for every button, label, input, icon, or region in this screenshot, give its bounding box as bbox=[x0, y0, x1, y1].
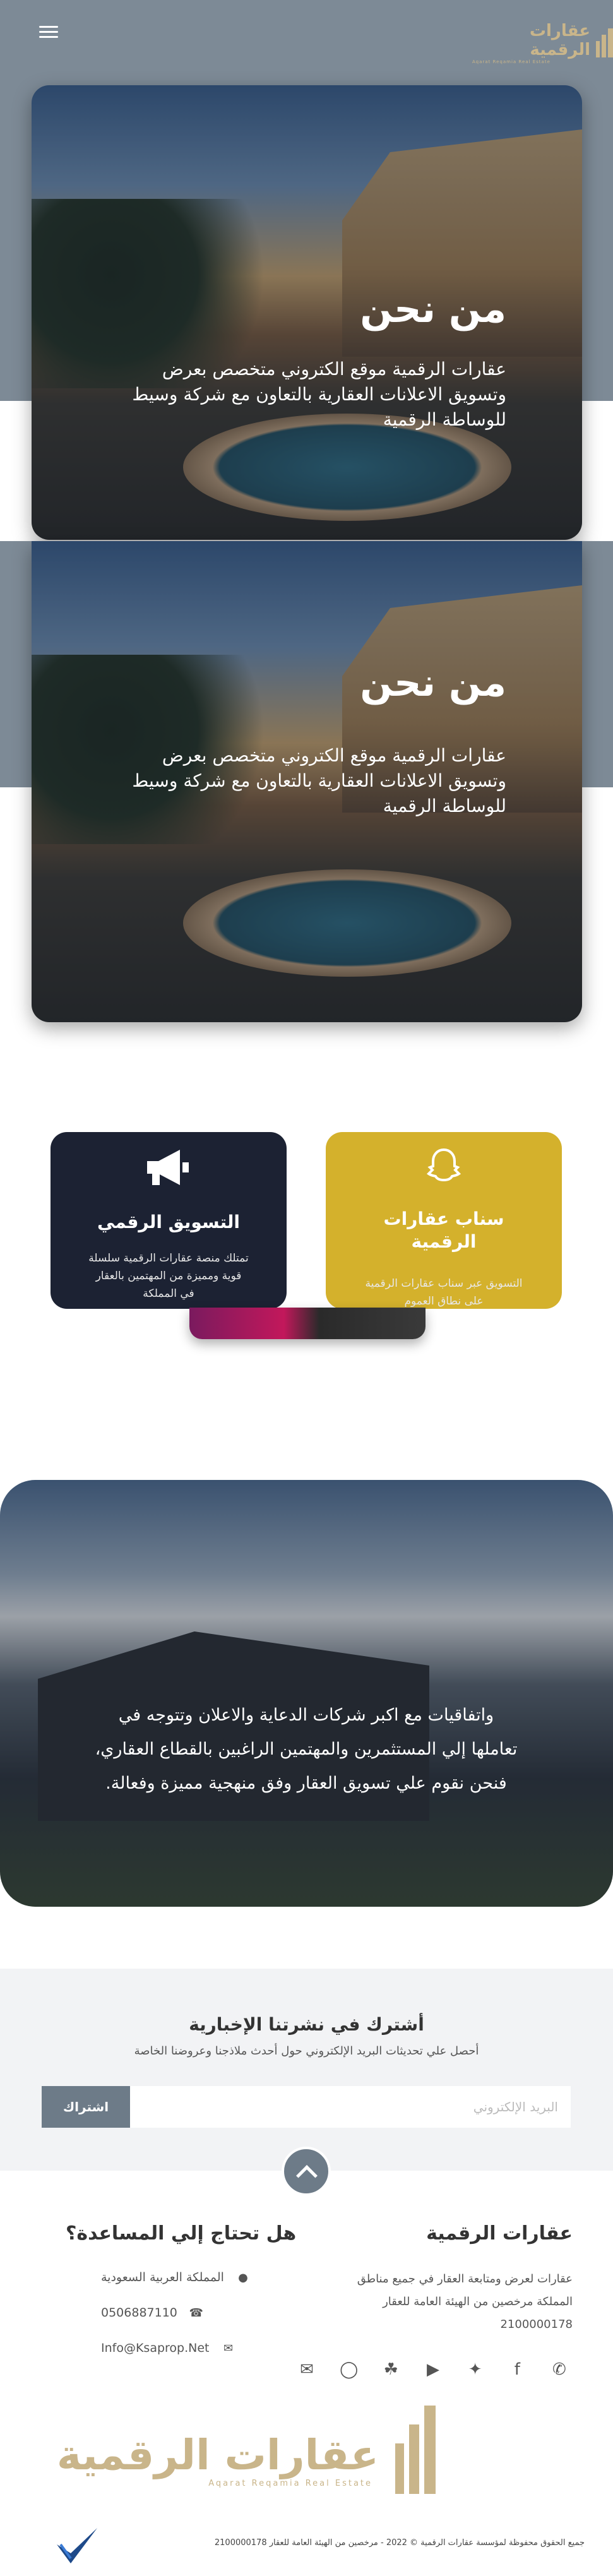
hero-card: من نحن عقارات الرقمية موقع الكتروني متخص… bbox=[32, 85, 582, 540]
logo-text: عقارات الرقمية bbox=[529, 21, 591, 59]
building-logo-icon bbox=[385, 2406, 436, 2494]
license-badge-icon bbox=[54, 2525, 100, 2566]
contact-email[interactable]: ✉ Info@Ksaprop.Net bbox=[101, 2341, 303, 2355]
location-icon: ● bbox=[238, 2270, 248, 2284]
footer-logo-subtitle: Aqarat Reqamia Real Estate bbox=[208, 2479, 372, 2488]
newsletter-form: اشتراك bbox=[42, 2086, 571, 2128]
twitter-icon[interactable]: ✦ bbox=[465, 2360, 485, 2379]
service-card-digital-marketing[interactable]: التسويق الرقمي تمتلك منصة عقارات الرقمية… bbox=[51, 1132, 287, 1309]
service-title: سناب عقارات الرقمية bbox=[383, 1208, 504, 1252]
chevron-up-icon bbox=[296, 2165, 318, 2186]
copyright-text: جميع الحقوق محفوظة لمؤسسة عقارات الرقمية… bbox=[214, 2538, 585, 2548]
service-title: التسويق الرقمي bbox=[97, 1212, 241, 1232]
service-card-snapchat[interactable]: سناب عقارات الرقمية التسويق عبر سناب عقا… bbox=[326, 1132, 562, 1309]
footer-about-text: عقارات لعرض ومتابعة العقار في جميع مناطق… bbox=[357, 2272, 573, 2331]
about-text: واتفاقيات مع اكبر شركات الدعاية والاعلان… bbox=[95, 1705, 518, 1793]
footer-about-title: عقارات الرقمية bbox=[426, 2222, 573, 2245]
contact-value: المملكة العربية السعودية bbox=[101, 2270, 224, 2284]
newsletter-subtitle: أحصل علي تحديثات البريد الإلكتروني حول أ… bbox=[134, 2044, 479, 2058]
hero-title: من نحن bbox=[360, 661, 506, 705]
whatsapp-icon[interactable]: ✆ bbox=[549, 2360, 569, 2379]
building-logo-icon bbox=[595, 28, 613, 57]
instagram-icon[interactable]: ◯ bbox=[339, 2360, 359, 2379]
email-input[interactable] bbox=[130, 2086, 571, 2128]
contact-location: ● المملكة العربية السعودية bbox=[101, 2270, 303, 2284]
footer-logo[interactable]: عقارات الرقمية Aqarat Reqamia Real Estat… bbox=[57, 2406, 436, 2494]
newsletter-section: أشترك في نشرتنا الإخبارية أحصل علي تحديث… bbox=[0, 1969, 613, 2171]
footer-help-title: هل تحتاج إلي المساعدة؟ bbox=[66, 2222, 297, 2245]
megaphone-icon bbox=[143, 1147, 194, 1190]
hamburger-icon[interactable] bbox=[39, 23, 58, 42]
phone-icon: ☎ bbox=[189, 2306, 204, 2320]
youtube-icon[interactable]: ▶ bbox=[423, 2360, 443, 2379]
hero-text: عقارات الرقمية موقع الكتروني متخصص بعرض … bbox=[132, 359, 506, 430]
service-text: تمتلك منصة عقارات الرقمية سلسلة قوية ومم… bbox=[88, 1252, 249, 1300]
subscribe-button[interactable]: اشتراك bbox=[42, 2086, 130, 2128]
service-text: التسويق عبر سناب عقارات الرقمية على نطاق… bbox=[365, 1277, 523, 1308]
snapchat-icon[interactable]: ☘ bbox=[381, 2360, 401, 2379]
snapchat-icon bbox=[422, 1145, 466, 1198]
site-logo[interactable]: عقارات الرقمية Aqarat Reqamia Real Estat… bbox=[472, 21, 613, 64]
hero-text: عقارات الرقمية موقع الكتروني متخصص بعرض … bbox=[132, 745, 506, 816]
logo-subtitle: Aqarat Reqamia Real Estate bbox=[472, 59, 551, 64]
mail-open-icon[interactable]: ✉ bbox=[297, 2360, 317, 2379]
contact-value: 0506887110 bbox=[101, 2306, 177, 2320]
about-section: واتفاقيات مع اكبر شركات الدعاية والاعلان… bbox=[0, 1480, 613, 1907]
contact-value: Info@Ksaprop.Net bbox=[101, 2341, 210, 2355]
contact-phone[interactable]: ☎ 0506887110 bbox=[101, 2306, 303, 2320]
hero-title: من نحن bbox=[360, 287, 506, 331]
social-links: ✉ ◯ ☘ ▶ ✦ f ✆ bbox=[297, 2360, 569, 2379]
email-icon: ✉ bbox=[223, 2341, 234, 2355]
footer-logo-text: عقارات الرقمية bbox=[56, 2431, 379, 2479]
carousel-card-edge bbox=[189, 1308, 426, 1339]
scroll-top-button[interactable] bbox=[282, 2147, 331, 2196]
site-header: عقارات الرقمية Aqarat Reqamia Real Estat… bbox=[0, 0, 613, 69]
hero-card: من نحن عقارات الرقمية موقع الكتروني متخص… bbox=[32, 541, 582, 1022]
newsletter-title: أشترك في نشرتنا الإخبارية bbox=[189, 2014, 424, 2035]
facebook-icon[interactable]: f bbox=[507, 2360, 527, 2379]
